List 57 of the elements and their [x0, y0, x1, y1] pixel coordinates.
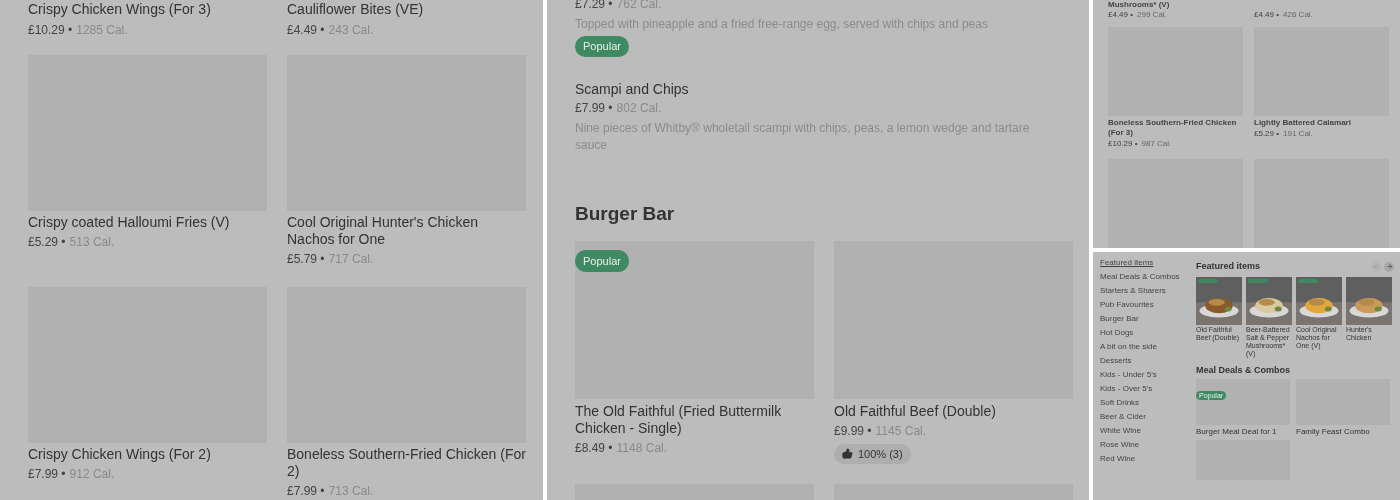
item-name: Burger Meal Deal for 1 — [1196, 427, 1278, 436]
item-price: £7.99 • — [28, 466, 66, 483]
category-link[interactable]: Burger Bar — [1100, 314, 1139, 324]
section-title: Featured items — [1196, 260, 1261, 273]
item-price: £4.49 • — [1108, 10, 1134, 20]
category-link[interactable]: Kids - Over 5's — [1100, 384, 1153, 394]
item-price: £9.99 • — [834, 422, 872, 440]
section-title: Burger Bar — [575, 202, 676, 226]
item-price: £7.99 • — [575, 101, 613, 115]
category-link[interactable]: Hot Dogs — [1100, 328, 1134, 338]
section-title: Meal Deals & Combos — [1196, 363, 1292, 377]
item-price: £7.29 • — [575, 0, 613, 11]
rating-badge: 100% (3) — [834, 443, 911, 464]
arrow-right-icon — [1385, 263, 1393, 271]
category-link[interactable]: Beer & Cider — [1100, 412, 1146, 422]
item-name: Lightly Battered Calamari — [1254, 118, 1352, 128]
item-name: Mushrooms* (V) — [1108, 0, 1171, 9]
category-link[interactable]: Soft Drinks — [1100, 398, 1140, 408]
category-link[interactable]: Meal Deals & Combos — [1100, 272, 1180, 282]
arrow-left-icon — [1372, 263, 1380, 271]
item-name: Cauliflower Bites (VE) — [287, 1, 425, 18]
item-calories: 299 Cal. — [1137, 10, 1167, 20]
item-name: Old Faithful Beef (Double) — [834, 402, 997, 420]
category-link[interactable]: A bit on the side — [1100, 342, 1157, 352]
item-name: Crispy coated Halloumi Fries (V) — [28, 214, 231, 231]
popular-badge: Popular — [575, 36, 629, 57]
item-price: £4.49 • — [1254, 10, 1280, 20]
category-link[interactable]: Pub Favourites — [1100, 300, 1154, 310]
popular-badge: Popular — [575, 249, 629, 272]
category-link[interactable]: White Wine — [1100, 426, 1141, 436]
category-link[interactable]: Desserts — [1100, 356, 1132, 366]
item-name: The Old Faithful (Fried Buttermilk Chicken - Single) — [575, 402, 783, 437]
category-link[interactable]: Featured items — [1100, 258, 1154, 268]
item-name: Crispy Chicken Wings (For 3) — [28, 1, 212, 18]
category-link[interactable]: Rose Wine — [1100, 440, 1140, 450]
item-price: £10.29 • — [1108, 139, 1138, 149]
item-price: £8.49 • — [575, 439, 613, 457]
item-name: Family Feast Combo — [1296, 427, 1371, 436]
item-price: £4.49 • — [287, 22, 325, 39]
item-price: £10.29 • — [28, 22, 73, 39]
item-calories: 191 Cal. — [1283, 129, 1313, 139]
category-link[interactable]: Starters & Sharers — [1100, 286, 1166, 296]
item-name: Boneless Southern-Fried Chicken (For 2) — [287, 446, 526, 480]
item-name: Scampi and Chips — [575, 80, 690, 98]
item-calories: 426 Cal. — [1283, 10, 1313, 20]
item-name: Cool Original Hunter's Chicken Nachos for One — [287, 214, 479, 248]
item-price: £5.29 • — [1254, 129, 1280, 139]
category-link[interactable]: Red Wine — [1100, 454, 1136, 464]
next-button[interactable] — [1384, 261, 1394, 272]
item-price: £5.29 • — [28, 234, 66, 251]
category-link[interactable]: Kids - Under 5's — [1100, 370, 1157, 380]
item-name: Crispy Chicken Wings (For 2) — [28, 446, 212, 463]
thumbs-up-icon — [842, 448, 853, 460]
item-calories: 987 Cal. — [1141, 139, 1172, 149]
item-name: Boneless Southern-Fried Chicken (For 3) — [1108, 118, 1238, 138]
item-price: £7.99 • — [287, 483, 325, 500]
item-price: £5.79 • — [287, 251, 325, 268]
